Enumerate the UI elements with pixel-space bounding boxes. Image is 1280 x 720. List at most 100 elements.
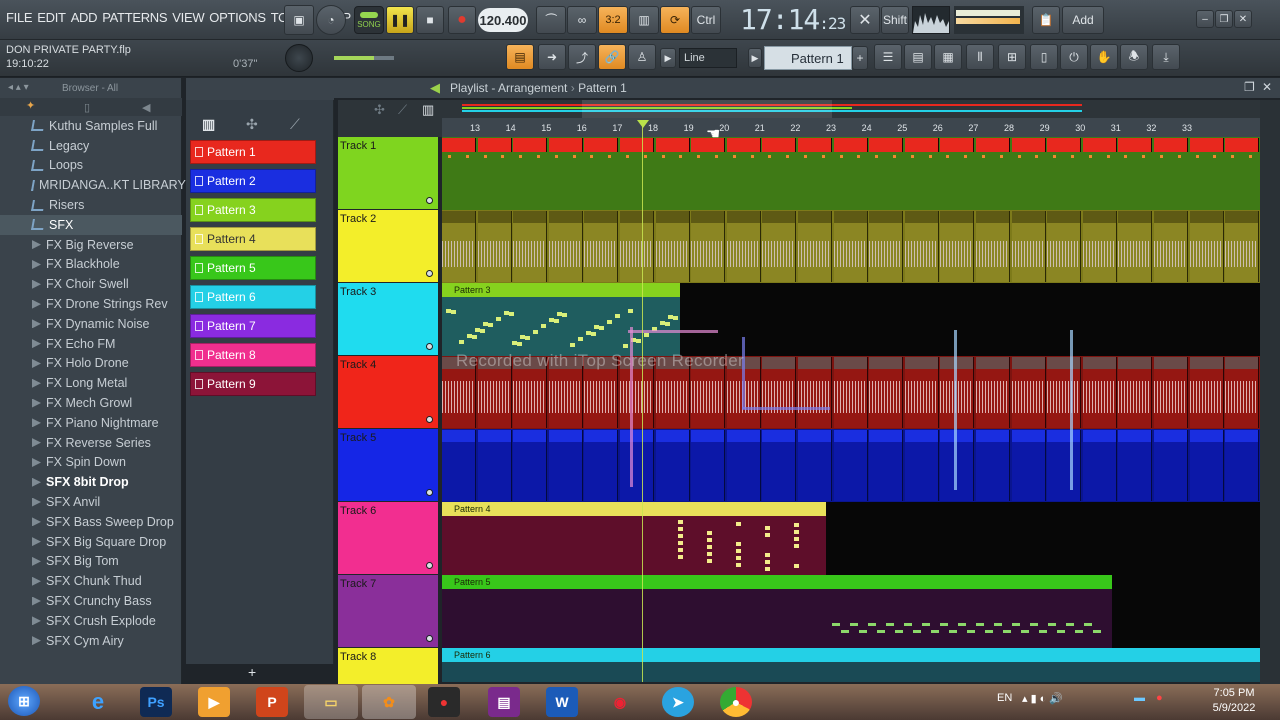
pattern1-clip[interactable] [976, 138, 1010, 152]
fl-studio-icon[interactable]: ✿ [362, 685, 416, 719]
pattern1-clip[interactable] [477, 138, 512, 152]
clip-note[interactable] [448, 155, 451, 158]
clip-note[interactable] [893, 155, 896, 158]
pattern2-clip[interactable] [869, 430, 904, 501]
winrar-icon[interactable]: ▤ [488, 687, 520, 717]
pattern2-clip[interactable] [584, 430, 619, 501]
pattern-item[interactable]: Pattern 8 [190, 343, 316, 367]
pattern2-clip[interactable] [1225, 430, 1260, 501]
pattern2-clip[interactable] [1047, 430, 1082, 501]
pattern1-clip[interactable] [655, 138, 690, 152]
pattern1-clip[interactable] [869, 138, 904, 152]
file-explorer-icon[interactable]: ▭ [304, 685, 358, 719]
clip-note[interactable] [1088, 155, 1092, 158]
clip-note[interactable] [732, 155, 736, 158]
pattern-prev-icon[interactable]: ▶ [748, 48, 762, 68]
browser-item[interactable]: FX Drone Strings Rev [0, 294, 182, 314]
clip-note[interactable] [1124, 155, 1128, 158]
stamp-icon[interactable]: ♙ [628, 44, 656, 70]
pattern1-clip[interactable] [442, 138, 476, 152]
track-header[interactable]: Track 1 [338, 137, 438, 210]
audio-clip[interactable] [976, 357, 1010, 428]
pattern1-clip[interactable] [1154, 138, 1188, 152]
pattern1-clip[interactable] [1082, 138, 1117, 152]
pattern1-clip[interactable] [620, 138, 654, 152]
slide-icon[interactable]: ⤴ [568, 44, 596, 70]
browser-item[interactable]: SFX Big Square Drop [0, 532, 182, 552]
browser-icon[interactable]: ▯ [1030, 44, 1058, 70]
powerpoint-icon[interactable]: P [256, 687, 288, 717]
browser-item[interactable]: SFX [0, 214, 182, 235]
audio-clip[interactable] [1118, 211, 1153, 282]
pattern2-clip[interactable] [620, 430, 654, 501]
audio-clip[interactable] [548, 211, 583, 282]
piano-roll-icon[interactable]: ▦ [934, 44, 962, 70]
note-icon[interactable]: ✣ [374, 102, 385, 118]
browser-item[interactable]: SFX Cym Airy [0, 631, 182, 651]
clip-note[interactable] [501, 155, 505, 158]
maximize-icon[interactable]: ❐ [1215, 10, 1233, 28]
piano-roll-mini-icon[interactable]: ▥ [202, 116, 215, 133]
clipboard-icon[interactable]: ▣ [284, 5, 314, 35]
tray-icons[interactable]: ▴ ▮ ◐ 🔊 [1022, 692, 1063, 705]
arrangement-area[interactable]: Pattern 3 Pattern 4 Pattern 5 Pattern 6 [442, 137, 1260, 682]
audio-clip[interactable] [1118, 357, 1153, 428]
browser-item[interactable]: SFX Crunchy Bass [0, 591, 182, 611]
master-pitch-slider[interactable] [334, 56, 394, 60]
pattern2-clip[interactable] [442, 430, 476, 501]
browser-item[interactable]: FX Reverse Series [0, 433, 182, 453]
countdown-icon[interactable]: 3:2 [598, 6, 628, 34]
tray-recorder-icon[interactable]: ● [1156, 692, 1163, 704]
media-player-icon[interactable]: ▶ [198, 687, 230, 717]
pattern6-clip[interactable]: Pattern 6 [442, 648, 1260, 682]
clip-note[interactable] [839, 155, 843, 158]
clip-note[interactable] [643, 155, 647, 158]
pattern1-clip[interactable] [833, 138, 868, 152]
wait-input-icon[interactable]: ∞ [567, 6, 597, 34]
step-edit-icon[interactable]: ▥ [629, 6, 659, 34]
clip-note[interactable] [1017, 155, 1021, 158]
browser-item[interactable]: Loops [0, 156, 182, 176]
track-mute-icon[interactable] [426, 197, 433, 204]
pattern5-clip[interactable]: Pattern 5 [442, 575, 1112, 648]
clip-note[interactable] [465, 155, 469, 158]
browser-item[interactable]: FX Piano Nightmare [0, 413, 182, 433]
audio-clip[interactable] [869, 357, 904, 428]
clip-note[interactable] [946, 155, 950, 158]
channel-rack-icon[interactable]: ▤ [904, 44, 932, 70]
track-mute-icon[interactable] [426, 343, 433, 350]
metronome-icon[interactable]: ⏜ [536, 6, 566, 34]
pattern1-clip[interactable] [1225, 138, 1260, 152]
screen-recorder-icon[interactable]: ● [428, 687, 460, 717]
browser-item[interactable]: FX Mech Growl [0, 393, 182, 413]
playhead-marker-icon[interactable] [637, 120, 649, 128]
audio-clip[interactable] [1225, 357, 1260, 428]
file-icon[interactable]: ▯ [84, 101, 90, 114]
clip-note[interactable] [519, 155, 523, 158]
audio-clip[interactable] [940, 211, 975, 282]
word-icon[interactable]: W [546, 687, 578, 717]
audio-clip[interactable] [833, 357, 868, 428]
pattern2-clip[interactable] [904, 430, 939, 501]
pattern1-clip[interactable] [513, 138, 548, 152]
chan-icon[interactable]: ⟋ [398, 102, 407, 118]
pattern2-clip[interactable] [691, 430, 726, 501]
track-mute-icon[interactable] [426, 416, 433, 423]
telegram-icon[interactable]: ➤ [662, 687, 694, 717]
menu-options[interactable]: OPTIONS [209, 10, 266, 25]
audio-clip[interactable] [904, 357, 939, 428]
pattern4-clip[interactable]: Pattern 4 [442, 502, 826, 575]
pattern-item[interactable]: Pattern 4 [190, 227, 316, 251]
pattern1-clip[interactable] [762, 138, 797, 152]
audio-clip[interactable] [620, 211, 654, 282]
red-app-icon[interactable]: ◉ [604, 687, 636, 717]
track-mute-icon[interactable] [426, 489, 433, 496]
track-header[interactable]: Track 7 [338, 575, 438, 648]
plugin-icon[interactable]: ⏻ [1060, 44, 1088, 70]
pattern-item[interactable]: Pattern 7 [190, 314, 316, 338]
audio-clip[interactable] [798, 357, 832, 428]
menu-view[interactable]: VIEW [172, 10, 204, 25]
automation-mini-icon[interactable]: ⟋ [290, 116, 300, 133]
shift-button[interactable]: Shift [881, 6, 909, 34]
track-header[interactable]: Track 6 [338, 502, 438, 575]
